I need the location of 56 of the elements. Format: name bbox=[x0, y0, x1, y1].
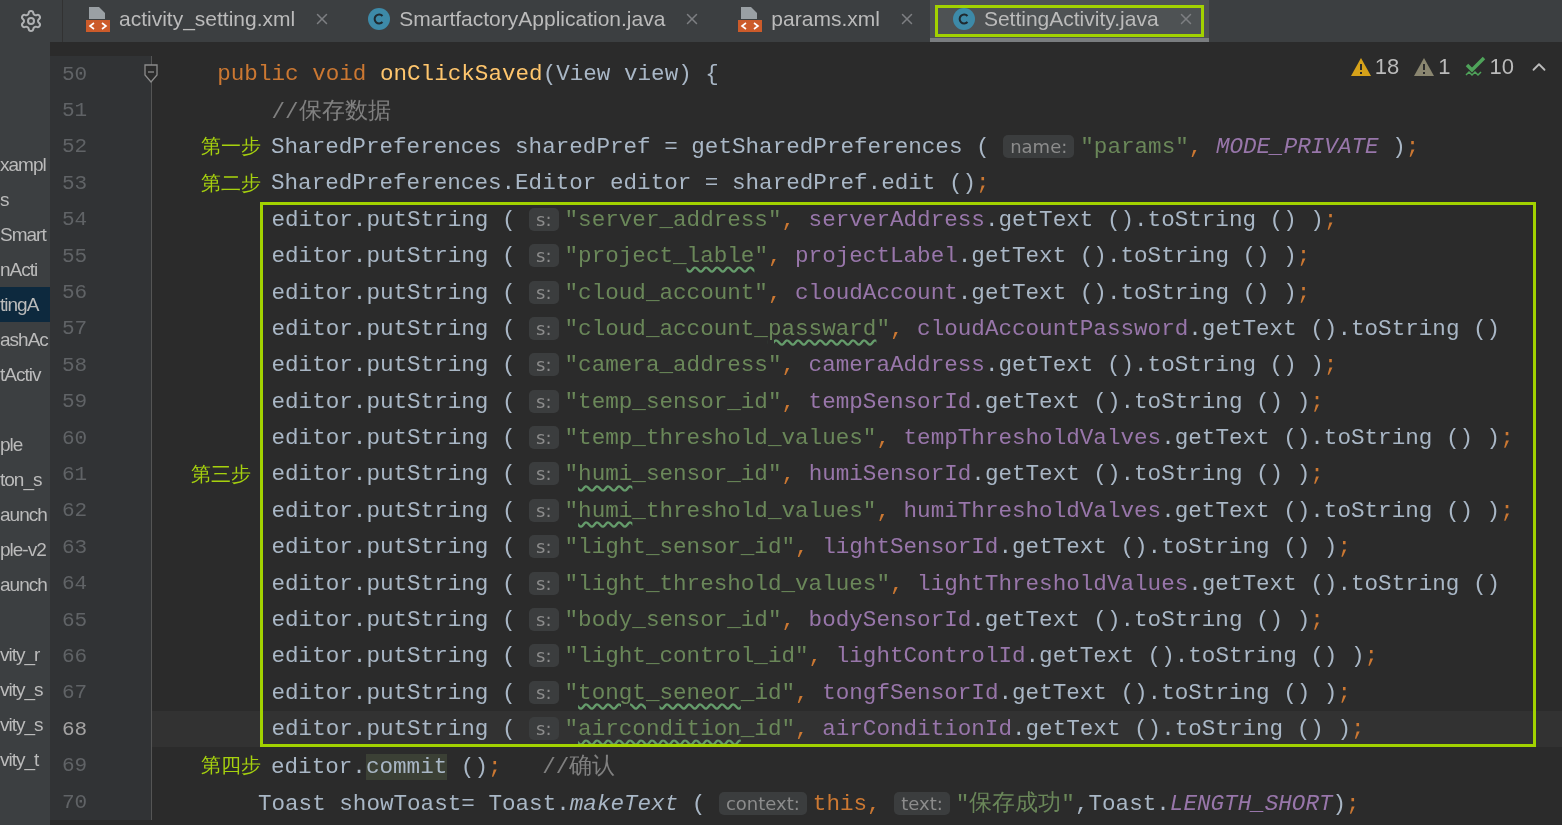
code-line: editor.putString ( s: "project_lable", projectLabel.getText ().toString () ); bbox=[270, 243, 1311, 270]
step-label: 第一步 bbox=[201, 133, 261, 161]
editor-tab[interactable]: params.xml bbox=[715, 0, 930, 42]
tree-item[interactable]: aunch bbox=[0, 497, 50, 532]
code-line: editor.putString ( s: "aircondition_id", airConditionId.getText ().toString () ); bbox=[270, 716, 1365, 743]
tree-item[interactable]: s bbox=[0, 182, 50, 217]
code-line: editor.putString ( s: "body_sensor_id", bodySensorId.getText ().toString () ); bbox=[270, 607, 1324, 634]
tree-item[interactable]: tActiv bbox=[0, 357, 50, 392]
code-line: SharedPreferences.Editor editor = sharedPref.edit (); bbox=[271, 170, 990, 197]
step-label: 第三步 bbox=[191, 461, 251, 488]
code-line: //保存数据 bbox=[270, 98, 391, 127]
tree-item[interactable]: tingA bbox=[0, 287, 50, 322]
fold-icon[interactable] bbox=[144, 64, 158, 85]
code-line: editor.putString ( s: "light_sensor_id", lightSensorId.getText ().toString () ); bbox=[270, 534, 1351, 561]
code-line: editor.commit (); //确认 bbox=[271, 753, 616, 782]
class-icon bbox=[367, 7, 392, 31]
code-line: public void onClickSaved(View view) { bbox=[216, 61, 719, 88]
code-line: Toast showToast= Toast.makeText ( context: this, text: "保存成功",Toast.LENGTH_SHORT); bbox=[256, 789, 1360, 818]
tree-item[interactable]: ple-v2 bbox=[0, 532, 50, 567]
code-line: editor.putString ( s: "temp_threshold_values", tempThresholdValves.getText ().toString () ); bbox=[270, 425, 1514, 452]
editor-tab[interactable]: SettingActivity.java bbox=[929, 0, 1209, 42]
xml-file-icon bbox=[737, 5, 764, 33]
tree-item[interactable]: vity_s bbox=[0, 707, 50, 742]
step-label: 第四步 bbox=[201, 752, 261, 780]
step-label: 第二步 bbox=[201, 169, 261, 197]
settings-icon[interactable] bbox=[19, 9, 43, 33]
code-line: SharedPreferences sharedPref = getSharedPreferences ( name: "params", MODE_PRIVATE ); bbox=[271, 133, 1420, 160]
check-icon bbox=[1464, 56, 1487, 78]
editor-tab[interactable]: SmartfactoryApplication.java bbox=[345, 0, 716, 42]
inspection-count[interactable]: 1 bbox=[1438, 54, 1451, 80]
code-line: editor.putString ( s: "tongt_seneor_id", tongfSensorId.getText ().toString () ); bbox=[270, 679, 1351, 706]
tree-item[interactable]: vity_t bbox=[0, 742, 50, 777]
tree-item[interactable]: vity_r bbox=[0, 637, 50, 672]
tree-item[interactable]: ton_s bbox=[0, 462, 50, 497]
xml-file-icon bbox=[85, 5, 111, 33]
line-number: 68 bbox=[62, 717, 88, 741]
tree-item[interactable]: Smart bbox=[0, 217, 50, 252]
tree-item[interactable]: xampl bbox=[0, 147, 50, 182]
code-line: editor.putString ( s: "server_address", serverAddress.getText ().toString () ); bbox=[270, 206, 1338, 233]
code-line: editor.putString ( s: "light_threshold_values", lightThresholdValues.getText ().toString () bbox=[270, 570, 1501, 597]
tree-item[interactable]: nActi bbox=[0, 252, 50, 287]
inspection-count[interactable]: 10 bbox=[1489, 54, 1514, 80]
code-line: editor.putString ( s: "cloud_account_passward", cloudAccountPassword.getText ().toString () bbox=[270, 315, 1501, 342]
tree-item[interactable]: aunch bbox=[0, 567, 50, 602]
code-line: editor.putString ( s: "humi_threshold_values", humiThresholdValves.getText ().toString () ); bbox=[270, 497, 1514, 524]
tree-item[interactable]: ple bbox=[0, 427, 50, 462]
code-line: editor.putString ( s: "temp_sensor_id", tempSensorId.getText ().toString () ); bbox=[270, 388, 1324, 415]
tree-item[interactable]: vity_s bbox=[0, 672, 50, 707]
code-line: editor.putString ( s: "light_control_id", lightControlId.getText ().toString () ); bbox=[270, 643, 1379, 670]
warning-icon bbox=[1413, 57, 1436, 77]
inspection-count[interactable]: 18 bbox=[1374, 54, 1400, 80]
code-line: editor.putString ( s: "cloud_account", cloudAccount.getText ().toString () ); bbox=[270, 279, 1311, 306]
class-icon bbox=[951, 7, 976, 31]
tree-item[interactable]: ashAc bbox=[0, 322, 50, 357]
code-line: editor.putString ( s: "camera_address", cameraAddress.getText ().toString () ); bbox=[270, 352, 1338, 379]
editor-tab[interactable]: activity_setting.xml bbox=[63, 0, 346, 42]
